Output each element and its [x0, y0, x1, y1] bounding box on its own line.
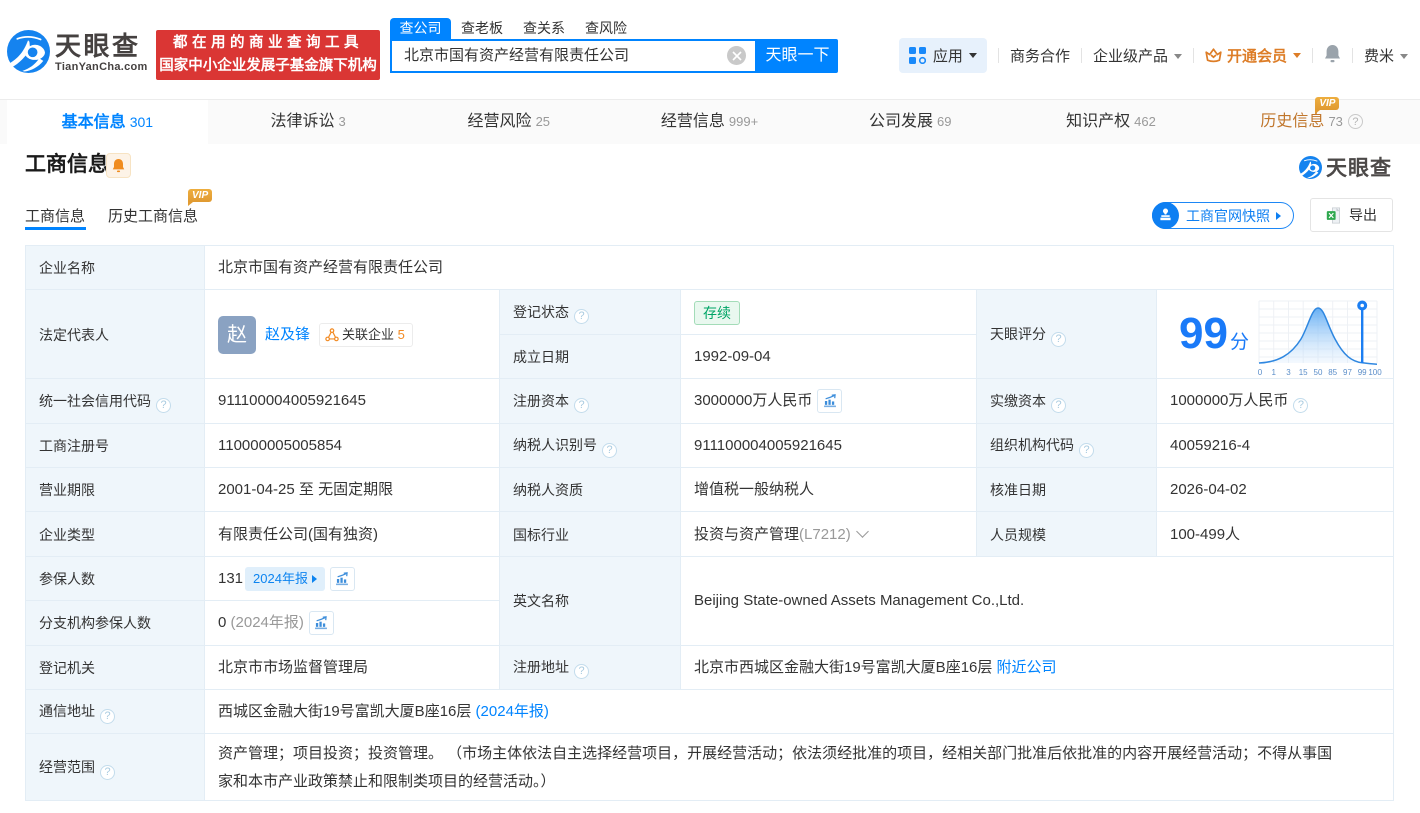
svg-text:3: 3	[1286, 368, 1291, 377]
svg-text:99: 99	[1358, 368, 1367, 377]
svg-text:15: 15	[1299, 368, 1308, 377]
svg-text:97: 97	[1343, 368, 1352, 377]
svg-text:100: 100	[1368, 368, 1382, 377]
svg-text:0: 0	[1258, 368, 1263, 377]
svg-text:85: 85	[1328, 368, 1337, 377]
svg-text:50: 50	[1314, 368, 1323, 377]
svg-text:1: 1	[1271, 368, 1276, 377]
